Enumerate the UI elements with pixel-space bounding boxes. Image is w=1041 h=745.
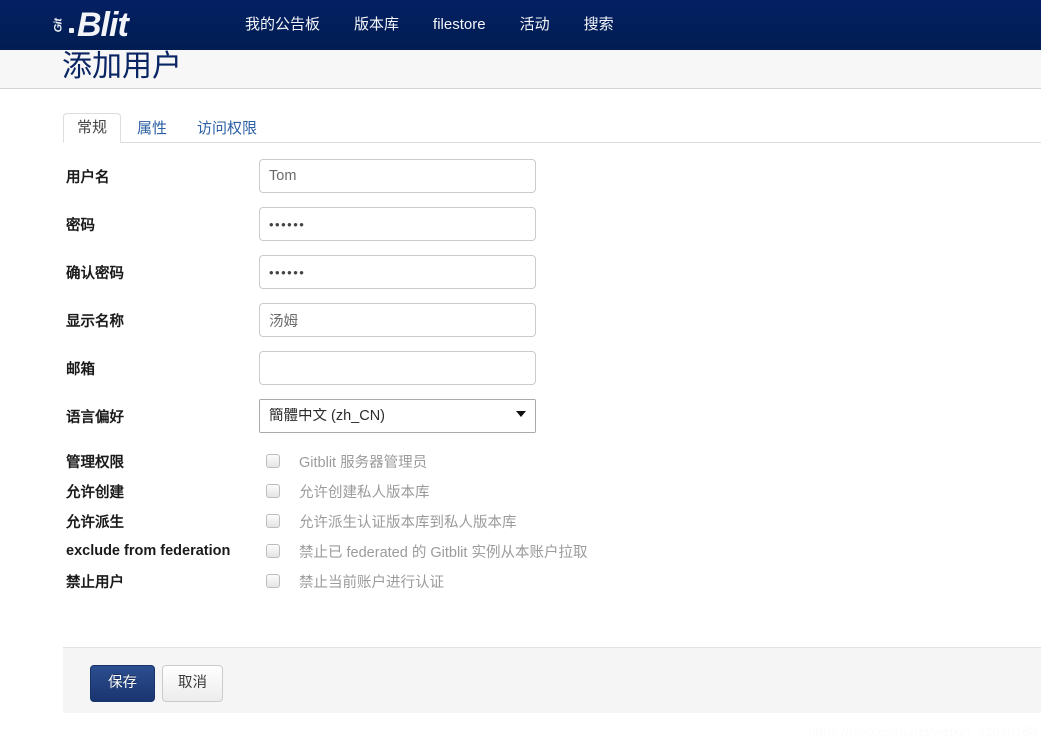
user-form: 用户名 密码 确认密码 显示名称 邮箱 语言偏好 簡體中文 (zh_CN) bbox=[63, 152, 1041, 596]
field-row-language: 语言偏好 簡體中文 (zh_CN) bbox=[63, 392, 1041, 440]
nav-item-search[interactable]: 搜索 bbox=[567, 0, 631, 50]
tab-attributes[interactable]: 属性 bbox=[123, 114, 181, 143]
page-root: Git Blit 我的公告板 版本库 filestore 活动 搜索 添加用户 … bbox=[0, 0, 1041, 745]
permission-row-admin: 管理权限 Gitblit 服务器管理员 bbox=[63, 446, 1041, 476]
gitblit-logo[interactable]: Git Blit bbox=[48, 3, 129, 47]
logo-blit-text: Blit bbox=[77, 6, 129, 44]
email-input[interactable] bbox=[259, 351, 536, 385]
exclude-federation-checkbox[interactable] bbox=[266, 544, 280, 558]
page-header-bar: 添加用户 bbox=[0, 50, 1041, 89]
exclude-federation-description: 禁止已 federated 的 Gitblit 实例从本账户拉取 bbox=[299, 544, 588, 561]
label-language: 语言偏好 bbox=[66, 409, 124, 426]
nav-links: 我的公告板 版本库 filestore 活动 搜索 bbox=[228, 0, 631, 50]
page-title: 添加用户 bbox=[62, 50, 182, 83]
nav-item-filestore[interactable]: filestore bbox=[416, 0, 503, 50]
create-description: 允许创建私人版本库 bbox=[299, 484, 430, 501]
permission-row-exclude-federation: exclude from federation 禁止已 federated 的 … bbox=[63, 536, 1041, 566]
form-actions-bar: 保存 取消 bbox=[63, 647, 1041, 713]
field-row-email: 邮箱 bbox=[63, 344, 1041, 392]
label-fork: 允许派生 bbox=[66, 514, 124, 531]
label-display-name: 显示名称 bbox=[66, 313, 124, 330]
label-password: 密码 bbox=[66, 217, 95, 234]
nav-item-activity[interactable]: 活动 bbox=[503, 0, 567, 50]
permission-row-create: 允许创建 允许创建私人版本库 bbox=[63, 476, 1041, 506]
admin-description: Gitblit 服务器管理员 bbox=[299, 454, 428, 471]
label-username: 用户名 bbox=[66, 169, 110, 186]
label-disabled: 禁止用户 bbox=[66, 574, 124, 591]
top-navbar: Git Blit 我的公告板 版本库 filestore 活动 搜索 bbox=[0, 0, 1041, 50]
disabled-description: 禁止当前账户进行认证 bbox=[299, 574, 444, 591]
fork-checkbox[interactable] bbox=[266, 514, 280, 528]
logo-git-text: Git bbox=[52, 18, 65, 32]
permission-row-fork: 允许派生 允许派生认证版本库到私人版本库 bbox=[63, 506, 1041, 536]
nav-item-dashboard[interactable]: 我的公告板 bbox=[228, 0, 337, 50]
nav-item-repositories[interactable]: 版本库 bbox=[337, 0, 416, 50]
label-confirm-password: 确认密码 bbox=[66, 265, 124, 282]
watermark-text: https://blog.csdn.net/weixin_41049188 bbox=[808, 724, 1037, 739]
fork-description: 允许派生认证版本库到私人版本库 bbox=[299, 514, 517, 531]
field-row-password: 密码 bbox=[63, 200, 1041, 248]
logo-dot-icon bbox=[69, 27, 74, 33]
username-input[interactable] bbox=[259, 159, 536, 193]
label-email: 邮箱 bbox=[66, 361, 95, 378]
label-create: 允许创建 bbox=[66, 484, 124, 501]
confirm-password-input[interactable] bbox=[259, 255, 536, 289]
tab-general[interactable]: 常规 bbox=[63, 113, 122, 143]
language-select[interactable]: 簡體中文 (zh_CN) bbox=[259, 399, 536, 433]
field-row-confirm-password: 确认密码 bbox=[63, 248, 1041, 296]
label-exclude-federation: exclude from federation bbox=[66, 543, 231, 559]
create-checkbox[interactable] bbox=[266, 484, 280, 498]
cancel-button[interactable]: 取消 bbox=[162, 665, 223, 702]
admin-checkbox[interactable] bbox=[266, 454, 280, 468]
save-button[interactable]: 保存 bbox=[90, 665, 155, 702]
field-row-display-name: 显示名称 bbox=[63, 296, 1041, 344]
label-admin: 管理权限 bbox=[66, 454, 124, 471]
password-input[interactable] bbox=[259, 207, 536, 241]
tab-permissions[interactable]: 访问权限 bbox=[183, 114, 271, 143]
permission-row-disabled: 禁止用户 禁止当前账户进行认证 bbox=[63, 566, 1041, 596]
disabled-checkbox[interactable] bbox=[266, 574, 280, 588]
display-name-input[interactable] bbox=[259, 303, 536, 337]
tab-bar: 常规 属性 访问权限 bbox=[63, 112, 1041, 143]
field-row-username: 用户名 bbox=[63, 152, 1041, 200]
